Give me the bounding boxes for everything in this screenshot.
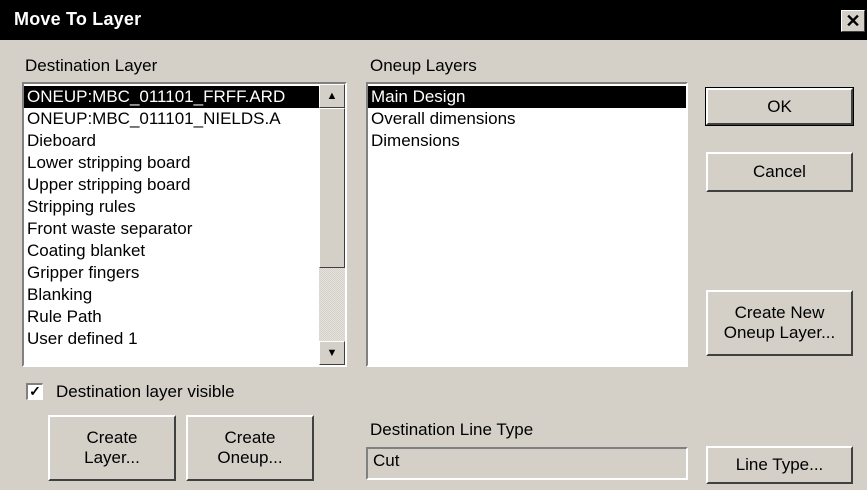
scroll-down-button[interactable]: ▼ [319,341,345,365]
line-type-value: Cut [373,451,400,470]
list-item[interactable]: Gripper fingers [24,262,319,284]
create-layer-line2: Layer... [84,448,140,467]
list-item[interactable]: Front waste separator [24,218,319,240]
checkmark-icon: ✓ [29,383,41,399]
destination-layer-list[interactable]: ONEUP:MBC_011101_FRFF.ARD ONEUP:MBC_01110… [22,82,347,367]
create-oneup-label: Create Oneup... [217,428,282,468]
create-layer-button[interactable]: Create Layer... [48,415,176,481]
oneup-layers-label: Oneup Layers [370,56,477,75]
list-item[interactable]: Stripping rules [24,196,319,218]
list-item[interactable]: Blanking [24,284,319,306]
line-type-field: Cut [366,447,688,480]
up-arrow-icon: ▲ [326,90,338,102]
line-type-button-label: Line Type... [735,455,824,474]
ok-label: OK [767,96,792,116]
create-oneup-button[interactable]: Create Oneup... [186,415,314,481]
scroll-thumb[interactable] [319,108,345,268]
create-new-oneup-layer-label: Create New Oneup Layer... [724,303,836,343]
list-item[interactable]: Coating blanket [24,240,319,262]
create-new-oneup-layer-button[interactable]: Create New Oneup Layer... [706,290,853,356]
list-item[interactable]: Lower stripping board [24,152,319,174]
list-item[interactable]: Main Design [368,86,686,108]
destination-layer-scrollbar[interactable]: ▲ ▼ [319,84,345,365]
list-item[interactable]: Dimensions [368,130,686,152]
create-oneup-line1: Create [224,428,276,447]
scroll-up-button[interactable]: ▲ [319,84,345,108]
window-title: Move To Layer [14,9,142,29]
cancel-button[interactable]: Cancel [706,152,853,192]
list-item[interactable]: Upper stripping board [24,174,319,196]
line-type-button[interactable]: Line Type... [706,446,853,484]
title-bar: Move To Layer ✕ [0,0,867,40]
close-button[interactable]: ✕ [841,10,865,32]
line-type-label: Destination Line Type [370,420,534,439]
destination-visible-label: Destination layer visible [56,382,235,401]
list-item[interactable]: User defined 1 [24,328,319,350]
list-item[interactable]: ONEUP:MBC_011101_FRFF.ARD [24,86,319,108]
list-item[interactable]: ONEUP:MBC_011101_NIELDS.A [24,108,319,130]
create-layer-line1: Create [86,428,138,447]
cancel-label: Cancel [753,162,806,181]
destination-visible-checkbox[interactable]: ✓ [26,383,43,400]
destination-layer-label: Destination Layer [25,56,158,75]
create-oneup-line2: Oneup... [217,448,283,467]
oneup-layers-list[interactable]: Main Design Overall dimensions Dimensions [366,82,688,367]
close-icon: ✕ [845,11,861,31]
list-item[interactable]: Dieboard [24,130,319,152]
create-new-oneup-line1: Create New [734,303,825,322]
list-item[interactable]: Overall dimensions [368,108,686,130]
ok-button[interactable]: OK [705,87,854,126]
create-new-oneup-line2: Oneup Layer... [723,323,836,342]
create-layer-label: Create Layer... [84,428,140,468]
down-arrow-icon: ▼ [326,347,338,359]
list-item[interactable]: Rule Path [24,306,319,328]
